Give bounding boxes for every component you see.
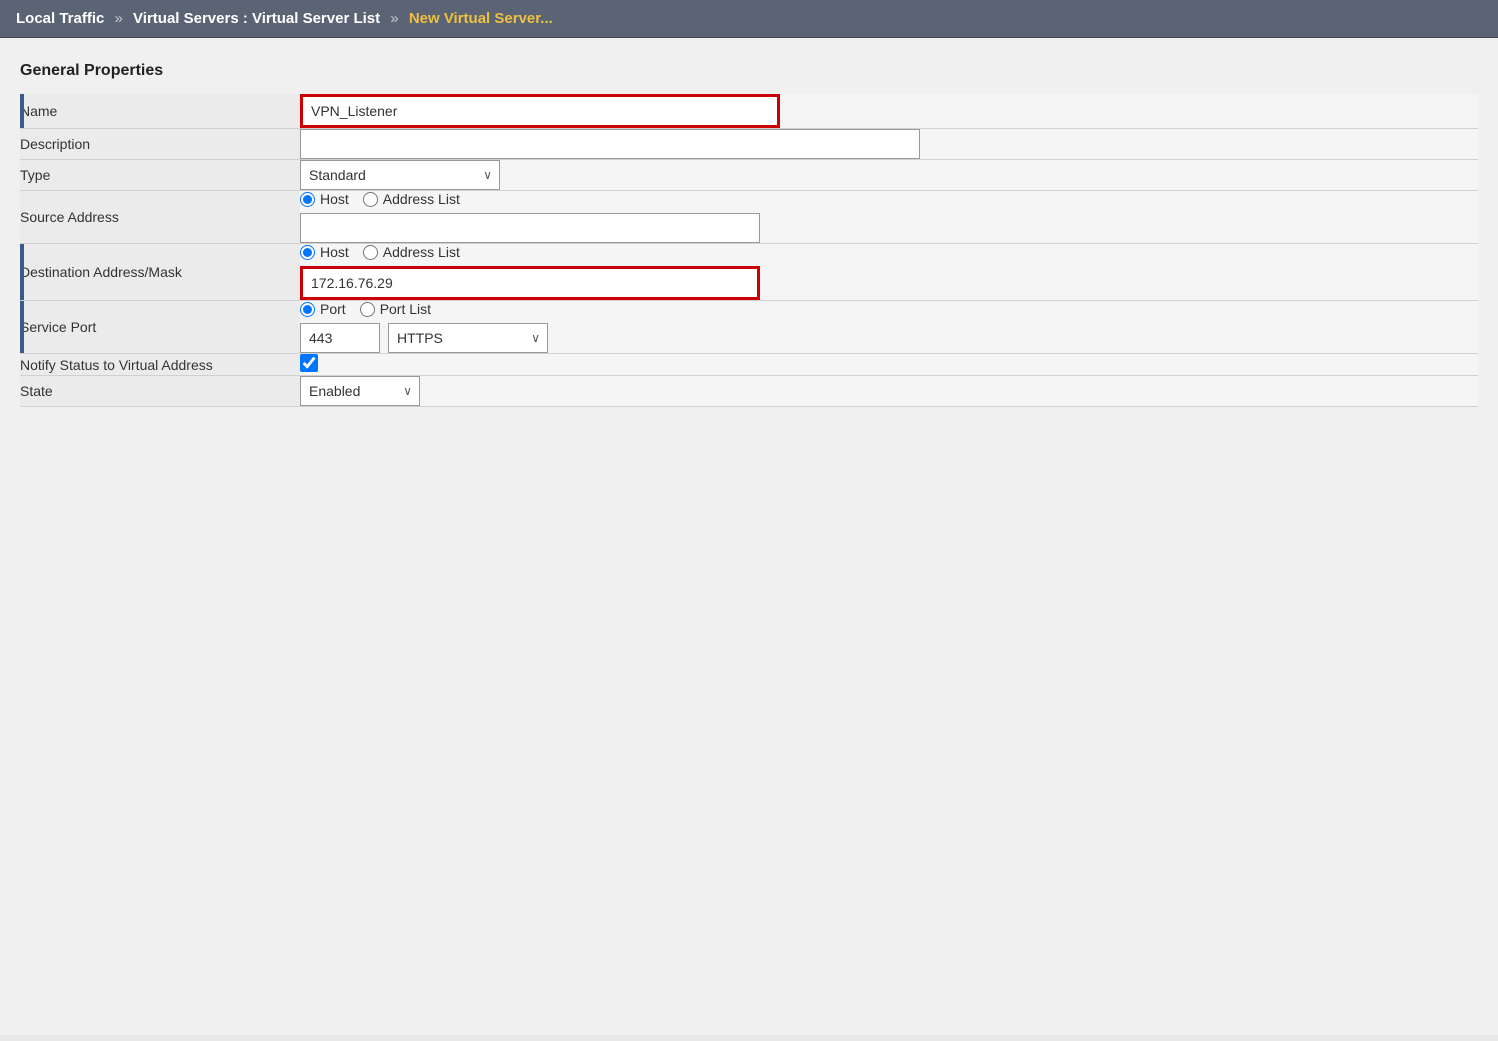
breadcrumb-separator2: » (390, 10, 398, 27)
dest-addresslist-label: Address List (383, 244, 460, 260)
breadcrumb-current: New Virtual Server... (409, 10, 553, 27)
notify-checkbox[interactable] (300, 354, 318, 372)
type-label: Type (20, 160, 300, 191)
destination-value-cell: Host Address List (300, 244, 1478, 301)
type-select-wrapper: Standard Forwarding (IP) Forwarding (Lay… (300, 160, 500, 190)
source-host-radio-label[interactable]: Host (300, 191, 349, 207)
breadcrumb-separator1: » (115, 10, 123, 27)
type-value-cell: Standard Forwarding (IP) Forwarding (Lay… (300, 160, 1478, 191)
destination-address-input[interactable] (300, 266, 760, 300)
portlist-radio-label[interactable]: Port List (360, 301, 431, 317)
dest-host-label: Host (320, 244, 349, 260)
port-radio-label[interactable]: Port (300, 301, 346, 317)
portlist-label: Port List (380, 301, 431, 317)
name-input[interactable] (300, 94, 780, 128)
state-label: State (20, 376, 300, 407)
table-row-state: State Enabled Disabled (20, 376, 1478, 407)
destination-label: Destination Address/Mask (20, 244, 300, 301)
table-row-destination: Destination Address/Mask Host Address Li… (20, 244, 1478, 301)
breadcrumb-bar: Local Traffic » Virtual Servers : Virtua… (0, 0, 1498, 38)
state-value-cell: Enabled Disabled (300, 376, 1478, 407)
notify-value-cell (300, 354, 1478, 376)
source-host-radio[interactable] (300, 192, 315, 207)
https-select-wrapper: HTTPS HTTP FTP SSH Other (388, 323, 548, 353)
main-content: General Properties Name Description Type… (0, 38, 1498, 1035)
type-select[interactable]: Standard Forwarding (IP) Forwarding (Lay… (300, 160, 500, 190)
portlist-radio[interactable] (360, 302, 375, 317)
source-radio-group: Host Address List (300, 191, 1478, 207)
description-label: Description (20, 129, 300, 160)
table-row-name: Name (20, 94, 1478, 129)
source-host-label: Host (320, 191, 349, 207)
service-port-value-cell: Port Port List HTTPS HTTP FTP SSH (300, 301, 1478, 354)
service-port-label: Service Port (20, 301, 300, 354)
port-radio-group: Port Port List (300, 301, 1478, 317)
https-select[interactable]: HTTPS HTTP FTP SSH Other (388, 323, 548, 353)
form-table: Name Description Type Standard Forwardin… (20, 94, 1478, 407)
dest-addresslist-radio-label[interactable]: Address List (363, 244, 460, 260)
breadcrumb-part2: Virtual Servers : Virtual Server List (133, 10, 380, 27)
table-row-type: Type Standard Forwarding (IP) Forwarding… (20, 160, 1478, 191)
source-value-cell: Host Address List (300, 191, 1478, 244)
source-addresslist-radio[interactable] (363, 192, 378, 207)
port-number-input[interactable] (300, 323, 380, 353)
source-address-label: Source Address (20, 191, 300, 244)
port-label: Port (320, 301, 346, 317)
name-value-cell (300, 94, 1478, 129)
breadcrumb-part1: Local Traffic (16, 10, 104, 27)
port-row: HTTPS HTTP FTP SSH Other (300, 323, 1478, 353)
notify-label: Notify Status to Virtual Address (20, 354, 300, 376)
table-row-service-port: Service Port Port Port List (20, 301, 1478, 354)
source-addresslist-radio-label[interactable]: Address List (363, 191, 460, 207)
description-input[interactable] (300, 129, 920, 159)
dest-addresslist-radio[interactable] (363, 245, 378, 260)
dest-radio-group: Host Address List (300, 244, 1478, 260)
table-row-description: Description (20, 129, 1478, 160)
name-label: Name (20, 94, 300, 129)
state-select-wrapper: Enabled Disabled (300, 376, 420, 406)
table-row-source: Source Address Host Address List (20, 191, 1478, 244)
port-radio[interactable] (300, 302, 315, 317)
source-addresslist-label: Address List (383, 191, 460, 207)
description-value-cell (300, 129, 1478, 160)
state-select[interactable]: Enabled Disabled (300, 376, 420, 406)
dest-host-radio-label[interactable]: Host (300, 244, 349, 260)
source-address-input[interactable] (300, 213, 760, 243)
dest-host-radio[interactable] (300, 245, 315, 260)
section-title: General Properties (20, 62, 1478, 80)
table-row-notify: Notify Status to Virtual Address (20, 354, 1478, 376)
